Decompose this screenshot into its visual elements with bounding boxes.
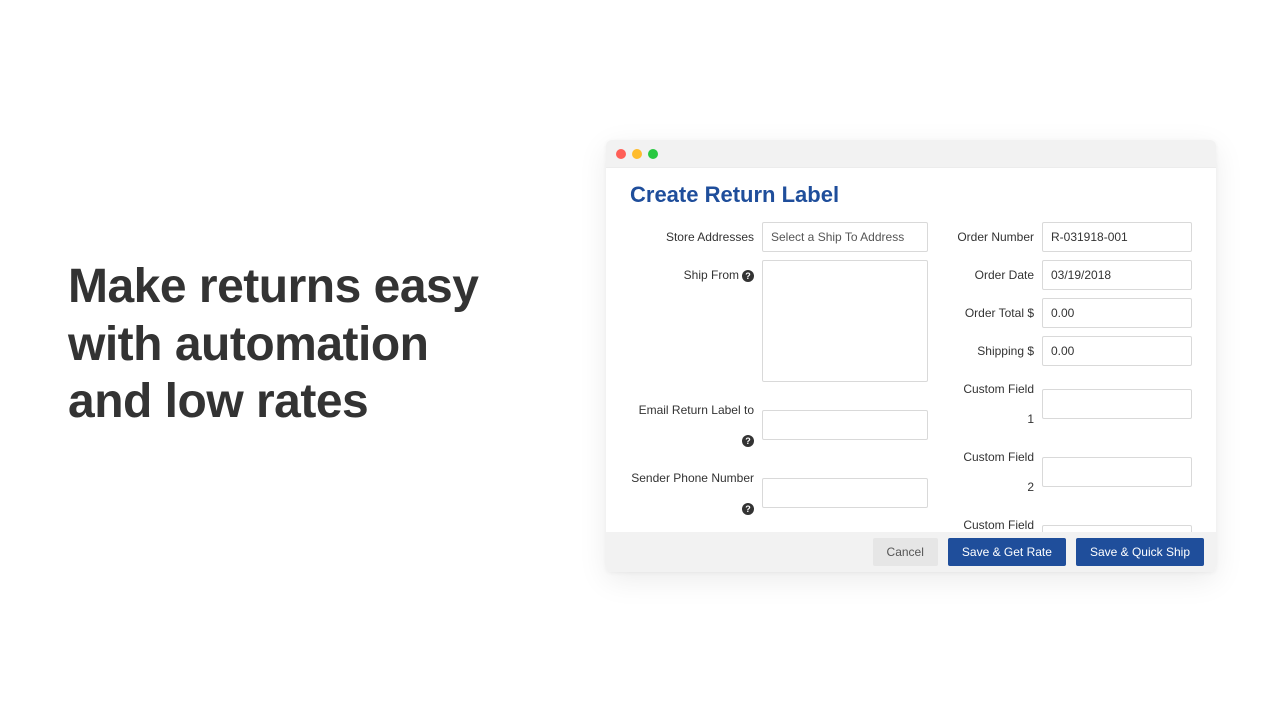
sender-phone-row: Sender Phone Number? xyxy=(630,463,928,523)
custom1-input[interactable] xyxy=(1042,389,1192,419)
shipping-row: Shipping $ xyxy=(956,336,1192,366)
minimize-icon[interactable] xyxy=(632,149,642,159)
ship-from-input[interactable] xyxy=(762,260,928,382)
save-get-rate-button[interactable]: Save & Get Rate xyxy=(948,538,1066,566)
right-column: Order Number Order Date Order Total $ Sh… xyxy=(956,222,1192,572)
email-return-input[interactable] xyxy=(762,410,928,440)
help-icon[interactable]: ? xyxy=(742,435,754,447)
store-addresses-label: Store Addresses xyxy=(630,222,762,252)
shipping-label: Shipping $ xyxy=(956,336,1042,366)
sender-phone-input[interactable] xyxy=(762,478,928,508)
app-window: Create Return Label Store Addresses Sele… xyxy=(606,140,1216,572)
ship-from-label: Ship From? xyxy=(630,260,762,290)
order-total-input[interactable] xyxy=(1042,298,1192,328)
help-icon[interactable]: ? xyxy=(742,503,754,515)
left-column: Store Addresses Select a Ship To Address… xyxy=(630,222,928,572)
footer-actions: Cancel Save & Get Rate Save & Quick Ship xyxy=(606,532,1216,572)
cancel-button[interactable]: Cancel xyxy=(873,538,938,566)
custom2-row: Custom Field 2 xyxy=(956,442,1192,502)
custom1-row: Custom Field 1 xyxy=(956,374,1192,434)
order-number-label: Order Number xyxy=(956,222,1042,252)
order-total-row: Order Total $ xyxy=(956,298,1192,328)
custom2-input[interactable] xyxy=(1042,457,1192,487)
form-content: Create Return Label Store Addresses Sele… xyxy=(606,168,1216,572)
order-date-input[interactable] xyxy=(1042,260,1192,290)
email-return-row: Email Return Label to? xyxy=(630,395,928,455)
maximize-icon[interactable] xyxy=(648,149,658,159)
store-addresses-row: Store Addresses Select a Ship To Address xyxy=(630,222,928,252)
order-date-label: Order Date xyxy=(956,260,1042,290)
order-number-row: Order Number xyxy=(956,222,1192,252)
email-return-label: Email Return Label to? xyxy=(630,395,762,455)
order-total-label: Order Total $ xyxy=(956,298,1042,328)
close-icon[interactable] xyxy=(616,149,626,159)
page-title: Create Return Label xyxy=(630,182,1192,208)
store-addresses-select[interactable]: Select a Ship To Address xyxy=(762,222,928,252)
shipping-input[interactable] xyxy=(1042,336,1192,366)
marketing-headline: Make returns easy with automation and lo… xyxy=(68,258,508,431)
order-number-input[interactable] xyxy=(1042,222,1192,252)
ship-from-row: Ship From? xyxy=(630,260,928,387)
window-titlebar xyxy=(606,140,1216,168)
custom2-label: Custom Field 2 xyxy=(956,442,1042,502)
help-icon[interactable]: ? xyxy=(742,270,754,282)
custom1-label: Custom Field 1 xyxy=(956,374,1042,434)
sender-phone-label: Sender Phone Number? xyxy=(630,463,762,523)
order-date-row: Order Date xyxy=(956,260,1192,290)
save-quick-ship-button[interactable]: Save & Quick Ship xyxy=(1076,538,1204,566)
